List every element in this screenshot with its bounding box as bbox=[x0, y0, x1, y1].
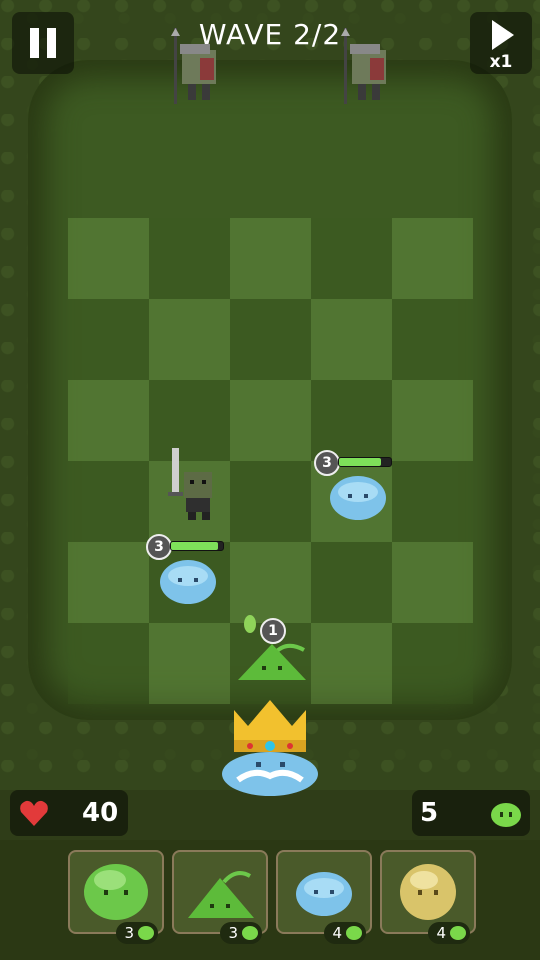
board-tile[interactable] bbox=[392, 299, 473, 380]
pause-icon bbox=[47, 28, 56, 58]
slime-currency-icon bbox=[138, 926, 154, 940]
board-tile[interactable] bbox=[230, 218, 311, 299]
unit-health-bar bbox=[338, 457, 392, 467]
board-tile[interactable] bbox=[392, 461, 473, 542]
board-tile[interactable] bbox=[149, 623, 230, 704]
board-tile[interactable] bbox=[392, 623, 473, 704]
shop-card-blue-slime[interactable]: 4 bbox=[276, 850, 372, 944]
board-tile[interactable] bbox=[149, 299, 230, 380]
slime-currency-icon bbox=[491, 803, 521, 827]
yellow-slime-icon bbox=[400, 864, 456, 920]
cost-value: 3 bbox=[124, 924, 134, 942]
card-cost: 3 bbox=[116, 922, 158, 944]
play-icon bbox=[492, 20, 514, 50]
currency-panel: 5 bbox=[412, 790, 530, 836]
speed-label: x1 bbox=[489, 52, 513, 72]
pause-button[interactable] bbox=[12, 12, 74, 74]
unit-health-bar bbox=[170, 541, 224, 551]
cost-value: 4 bbox=[332, 924, 342, 942]
slime-currency-icon bbox=[242, 926, 258, 940]
ally-green-sprout-slime[interactable] bbox=[234, 612, 310, 686]
board-tile[interactable] bbox=[68, 461, 149, 542]
shop-card-green-slime[interactable]: 3 bbox=[68, 850, 164, 944]
board-tile[interactable] bbox=[68, 380, 149, 461]
blue-slime-icon bbox=[296, 872, 352, 916]
board-tile[interactable] bbox=[230, 542, 311, 623]
sprout-slime-icon bbox=[188, 871, 254, 918]
slime-currency-icon bbox=[450, 926, 466, 940]
board-tile[interactable] bbox=[68, 542, 149, 623]
cost-value: 4 bbox=[436, 924, 446, 942]
enemy-orc-swordsman[interactable] bbox=[164, 448, 224, 522]
board-tile[interactable] bbox=[230, 461, 311, 542]
lives-count: 40 bbox=[82, 798, 119, 828]
board-tile[interactable] bbox=[311, 299, 392, 380]
board-tile[interactable] bbox=[68, 299, 149, 380]
ally-blue-slime[interactable] bbox=[156, 554, 220, 606]
board-tile[interactable] bbox=[230, 380, 311, 461]
speed-button[interactable]: x1 bbox=[470, 12, 532, 74]
lives-panel: 40 bbox=[10, 790, 128, 836]
board-tile[interactable] bbox=[311, 380, 392, 461]
board-tile[interactable] bbox=[68, 623, 149, 704]
currency-count: 5 bbox=[420, 798, 439, 828]
board-tile[interactable] bbox=[392, 218, 473, 299]
enemy-orc-spearman[interactable] bbox=[168, 28, 222, 106]
cost-value: 3 bbox=[228, 924, 238, 942]
heart-icon bbox=[20, 800, 48, 826]
board-tile[interactable] bbox=[392, 542, 473, 623]
shop-card-sprout-slime[interactable]: 3 bbox=[172, 850, 268, 944]
enemy-orc-spearman[interactable] bbox=[338, 28, 392, 106]
board-tile[interactable] bbox=[311, 542, 392, 623]
ally-blue-slime[interactable] bbox=[326, 470, 390, 522]
king-slime[interactable] bbox=[220, 700, 320, 798]
board-tile[interactable] bbox=[311, 218, 392, 299]
green-slime-icon bbox=[84, 864, 148, 920]
board-tile[interactable] bbox=[149, 218, 230, 299]
board-tile[interactable] bbox=[311, 623, 392, 704]
board-tile[interactable] bbox=[68, 218, 149, 299]
shop-card-yellow-slime[interactable]: 4 bbox=[380, 850, 476, 944]
slime-currency-icon bbox=[346, 926, 362, 940]
card-cost: 3 bbox=[220, 922, 262, 944]
card-cost: 4 bbox=[428, 922, 470, 944]
pause-icon bbox=[30, 28, 39, 58]
card-cost: 4 bbox=[324, 922, 366, 944]
board-tile[interactable] bbox=[392, 380, 473, 461]
board-tile[interactable] bbox=[230, 299, 311, 380]
